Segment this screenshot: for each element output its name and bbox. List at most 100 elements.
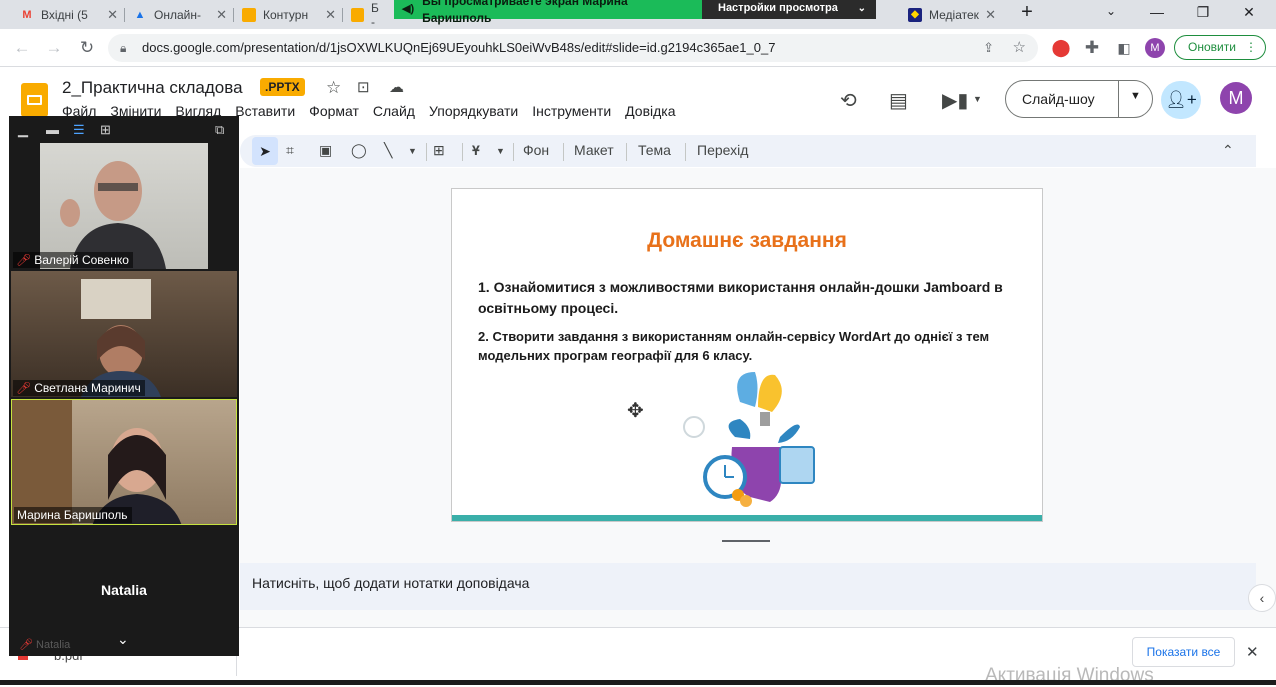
close-icon[interactable]: ✕ xyxy=(985,7,996,23)
tab-gmail[interactable]: M Вхідні (5 ✕ xyxy=(12,2,124,27)
minimize-panel-icon[interactable]: ▁ xyxy=(18,122,28,138)
menu-insert[interactable]: Вставити xyxy=(235,103,295,119)
add-comment-icon[interactable]: ⊞ xyxy=(433,142,445,159)
update-browser-button[interactable]: Оновити ⋮ xyxy=(1174,35,1266,60)
slideshow-button[interactable]: Слайд-шоу ▼ xyxy=(1005,80,1153,118)
chevron-down-icon[interactable]: ⌄ xyxy=(117,631,129,648)
chevron-down-icon[interactable]: ▼ xyxy=(496,146,505,156)
screen-share-banner: ◀) Вы просматриваете экран Марина Баришп… xyxy=(394,0,876,25)
strip-view-icon[interactable]: ☰ xyxy=(73,122,85,138)
chevron-down-icon[interactable]: ▼ xyxy=(1130,90,1141,102)
shape-icon[interactable]: ◯ xyxy=(351,142,367,159)
forward-icon[interactable]: → xyxy=(44,38,64,58)
select-cursor-icon[interactable]: ➤ xyxy=(252,137,278,165)
tab-label: Онлайн- xyxy=(154,7,201,22)
muted-mic-icon: 🎤︎ xyxy=(16,381,32,395)
chevron-down-icon[interactable]: ▼ xyxy=(973,94,982,104)
meet-camera-icon[interactable]: ▶▮ xyxy=(942,88,968,113)
participant-name: 🎤︎ Валерій Совенко xyxy=(13,252,133,268)
text-format-icon[interactable]: Ұ xyxy=(472,142,480,158)
grid-view-icon[interactable]: ⊞ xyxy=(100,122,111,138)
layout-button[interactable]: Макет xyxy=(574,142,614,158)
side-panel-icon[interactable]: ◧ xyxy=(1114,38,1134,58)
tab-slides-contour[interactable]: Контурн ✕ xyxy=(234,2,342,27)
slide-task-2[interactable]: 2. Створити завдання з використанням онл… xyxy=(478,327,1023,365)
window-close-icon[interactable]: ✕ xyxy=(1239,4,1259,21)
participant-video xyxy=(81,279,161,397)
tab-label: Б - xyxy=(370,0,379,29)
chevron-down-icon: ⌄ xyxy=(857,3,866,14)
line-icon[interactable]: ╲ xyxy=(384,142,392,159)
expand-panel-icon[interactable]: ⧉ xyxy=(215,122,224,138)
menu-help[interactable]: Довідка xyxy=(625,103,675,119)
close-icon[interactable]: ✕ xyxy=(107,7,118,23)
gmail-icon: M xyxy=(22,8,32,21)
close-icon[interactable]: ✕ xyxy=(1246,643,1259,661)
notes-resize-handle[interactable] xyxy=(722,540,770,542)
mediateka-icon: ◆ xyxy=(908,7,922,22)
background-button[interactable]: Фон xyxy=(523,142,549,158)
participant-tile-active-speaker[interactable]: Марина Баришполь xyxy=(11,399,237,525)
slides-icon xyxy=(242,7,256,22)
slide-title[interactable]: Домашнє завдання xyxy=(452,229,1042,253)
slide-accent-bar xyxy=(452,515,1042,521)
theme-button[interactable]: Тема xyxy=(638,142,671,158)
star-icon[interactable]: ☆ xyxy=(326,78,341,98)
slide-task-1[interactable]: 1. Ознайомитися з можливостями використа… xyxy=(478,277,1023,319)
back-icon[interactable]: ← xyxy=(12,38,32,58)
speaker-notes-area[interactable]: Натисніть, щоб додати нотатки доповідача xyxy=(240,563,1256,610)
more-vert-icon: ⋮ xyxy=(1245,40,1257,54)
profile-avatar[interactable]: M xyxy=(1145,38,1165,58)
menu-slide[interactable]: Слайд xyxy=(373,103,415,119)
file-format-badge: .PPTX xyxy=(260,78,305,96)
participant-name: Марина Баришполь xyxy=(14,507,132,523)
menu-tools[interactable]: Інструменти xyxy=(532,103,611,119)
brain-lightbulb-illustration xyxy=(683,372,815,507)
participant-tile[interactable]: 🎤︎ Светлана Маринич xyxy=(11,271,237,397)
speaker-view-icon[interactable]: ▬ xyxy=(46,122,59,137)
text-box-icon[interactable]: ⌗ xyxy=(286,142,294,159)
edit-toolbar: ➤ ⌗ ▣ ◯ ╲ ▼ ⊞ Ұ ▼ Фон Макет Тема Перехід… xyxy=(240,135,1256,167)
menu-format[interactable]: Формат xyxy=(309,103,359,119)
document-title[interactable]: 2_Практична складова xyxy=(62,78,243,98)
opera-extension-icon[interactable]: ⬤ xyxy=(1051,38,1071,58)
muted-mic-icon: 🎤︎ xyxy=(19,639,33,651)
muted-mic-icon: 🎤︎ xyxy=(16,253,32,267)
taskbar-edge xyxy=(0,680,1276,685)
bookmark-star-icon[interactable]: ☆ xyxy=(1013,34,1026,62)
new-tab-button[interactable]: + xyxy=(1017,1,1037,24)
close-icon[interactable]: ✕ xyxy=(325,7,336,23)
account-avatar[interactable]: M xyxy=(1220,82,1252,114)
video-call-panel: ▁ ▬ ☰ ⊞ ⧉ 🎤︎ Валерій Совенко 🎤︎ Светлана М… xyxy=(9,116,239,656)
slides-logo-icon[interactable] xyxy=(21,83,48,117)
minimize-icon[interactable]: — xyxy=(1147,4,1167,20)
address-bar[interactable]: 🔒︎ docs.google.com/presentation/d/1jsOXW… xyxy=(108,34,1038,62)
tab-label: Контурн xyxy=(263,7,309,22)
move-cursor-icon: ✥ xyxy=(627,400,644,422)
close-icon[interactable]: ✕ xyxy=(216,7,227,23)
show-all-downloads-button[interactable]: Показати все xyxy=(1132,637,1235,667)
menu-arrange[interactable]: Упорядкувати xyxy=(429,103,518,119)
view-settings-button[interactable]: Настройки просмотра ⌄ xyxy=(702,0,876,19)
extensions-puzzle-icon[interactable]: ✚ xyxy=(1082,38,1102,58)
version-history-icon[interactable]: ⟲ xyxy=(840,88,857,113)
restore-icon[interactable]: ❐ xyxy=(1193,4,1213,21)
move-folder-icon[interactable]: ⊡ xyxy=(357,78,370,96)
chevron-left-icon[interactable]: ‹ xyxy=(1248,584,1276,612)
image-icon[interactable]: ▣ xyxy=(319,142,332,159)
cloud-status-icon[interactable]: ☁ xyxy=(389,78,404,96)
share-page-icon[interactable]: ⇪ xyxy=(983,34,994,62)
tab-drive[interactable]: ▲ Онлайн- ✕ xyxy=(125,2,233,27)
chevron-up-icon[interactable]: ⌃ xyxy=(1222,142,1234,159)
google-drive-icon: ▲ xyxy=(134,8,146,21)
tab-mediateka[interactable]: ◆ Медіатек ✕ xyxy=(900,2,1002,27)
speaker-icon: ◀) xyxy=(402,3,415,15)
tab-slides-b[interactable]: Б - xyxy=(343,0,393,29)
reload-icon[interactable]: ↻ xyxy=(77,38,97,58)
chevron-down-icon[interactable]: ▼ xyxy=(408,146,417,156)
share-add-person-icon[interactable]: 👤︎+ xyxy=(1161,81,1201,119)
comments-icon[interactable]: ▤ xyxy=(889,88,908,113)
current-slide[interactable]: Домашнє завдання 1. Ознайомитися з можли… xyxy=(451,188,1043,522)
tab-search-icon[interactable]: ⌄ xyxy=(1101,4,1121,18)
transition-button[interactable]: Перехід xyxy=(697,142,748,158)
